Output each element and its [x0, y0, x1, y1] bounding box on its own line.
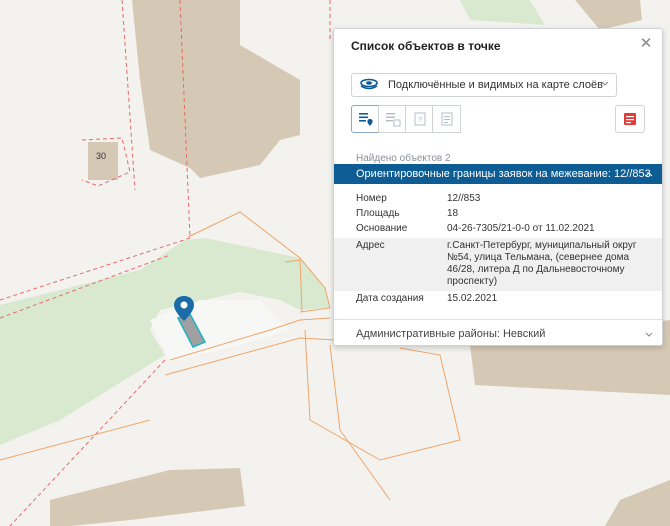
chevron-down-icon[interactable] [644, 331, 654, 339]
property-key: Номер [356, 193, 387, 204]
second-object-item[interactable]: Административные районы: Невский [356, 328, 545, 340]
property-row: Дата создания 15.02.2021 [334, 291, 662, 308]
panel-title: Список объектов в точке [351, 39, 501, 53]
divider [334, 319, 662, 320]
chevron-down-icon [601, 81, 609, 86]
list-pin-icon [359, 113, 373, 126]
property-key: Адрес [356, 240, 385, 251]
tool-list-button[interactable] [351, 105, 380, 133]
properties-table: Номер 12//853 Площадь 18 Основание 04-26… [334, 193, 662, 308]
chevron-up-icon [645, 172, 653, 177]
frame-icon: ? [414, 112, 426, 126]
svg-text:?: ? [418, 117, 422, 124]
property-row: Номер 12//853 [334, 193, 662, 208]
layers-icon [360, 78, 378, 90]
tool-list-secondary-button[interactable] [378, 105, 407, 133]
property-key: Площадь [356, 208, 400, 219]
close-icon[interactable]: ✕ [638, 36, 654, 52]
section-title: Ориентировочные границы заявок на межева… [356, 168, 651, 180]
found-count: Найдено объектов 2 [356, 153, 451, 164]
list-icon [386, 113, 401, 127]
property-row: Площадь 18 [334, 208, 662, 223]
property-value: 15.02.2021 [447, 293, 498, 304]
building-30 [88, 142, 118, 180]
building-number: 30 [96, 151, 106, 161]
property-row: Основание 04-26-7305/21-0-0 от 11.02.202… [334, 223, 662, 238]
property-key: Дата создания [356, 293, 424, 304]
report-button[interactable] [615, 105, 645, 133]
objects-at-point-panel: Список объектов в точке ✕ Подключённые и… [333, 28, 663, 346]
report-icon [624, 113, 636, 125]
property-value: г.Санкт-Петербург, муниципальный округ №… [447, 240, 637, 287]
property-row: Адрес г.Санкт-Петербург, муниципальный о… [334, 238, 662, 291]
tool-frame-button[interactable]: ? [405, 105, 434, 133]
layer-select-value: Подключённые и видимых на карте слоёв [388, 79, 603, 91]
property-key: Основание [356, 223, 408, 234]
property-value: 18 [447, 208, 459, 219]
tool-document-button[interactable] [432, 105, 461, 133]
section-header[interactable]: Ориентировочные границы заявок на межева… [334, 164, 662, 184]
property-value: 04-26-7305/21-0-0 от 11.02.2021 [447, 223, 595, 234]
document-icon [441, 112, 453, 126]
layer-select[interactable]: Подключённые и видимых на карте слоёв [351, 73, 617, 97]
panel-header: Список объектов в точке ✕ [334, 29, 662, 61]
property-value: 12//853 [447, 193, 481, 204]
